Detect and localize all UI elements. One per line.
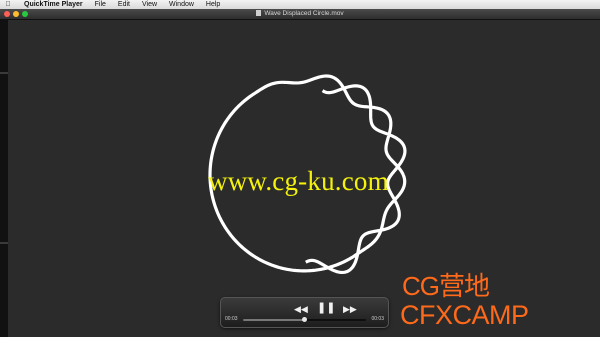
window-title-text: Wave Displaced Circle.mov	[264, 10, 344, 17]
logo-line-1: CG营地	[402, 271, 490, 301]
logo-line-2: CFXCAMP	[400, 300, 529, 330]
rewind-icon[interactable]: ◀◀	[294, 304, 308, 314]
strip-mark	[0, 72, 8, 74]
elapsed-time: 00:03	[225, 316, 238, 322]
watermark-text: www.cg-ku.com	[208, 166, 389, 196]
scrubber-fill	[243, 319, 305, 321]
scrubber-track[interactable]	[243, 317, 366, 322]
pause-icon[interactable]: ❚❚	[317, 303, 335, 314]
menu-window[interactable]: Window	[169, 0, 194, 9]
playhead[interactable]	[302, 317, 307, 322]
menu-file[interactable]: File	[95, 0, 106, 9]
menu-help[interactable]: Help	[206, 0, 220, 9]
document-icon	[256, 10, 262, 16]
cgfxcamp-logo: CG营地 CFXCAMP	[400, 272, 595, 332]
apple-icon[interactable]: 	[0, 0, 16, 9]
window-title-bar[interactable]: Wave Displaced Circle.mov	[0, 9, 600, 20]
fast-forward-icon[interactable]: ▶▶	[343, 304, 357, 314]
playback-controller[interactable]: ◀◀ ❚❚ ▶▶ 00:03 00:03	[220, 297, 389, 328]
remaining-time: 00:03	[371, 316, 384, 322]
menu-app-name[interactable]: QuickTime Player	[24, 0, 83, 9]
menu-edit[interactable]: Edit	[118, 0, 130, 9]
sidebar-strip	[0, 20, 8, 337]
window-title: Wave Displaced Circle.mov	[0, 9, 600, 19]
menu-view[interactable]: View	[142, 0, 157, 9]
strip-mark	[0, 242, 8, 244]
